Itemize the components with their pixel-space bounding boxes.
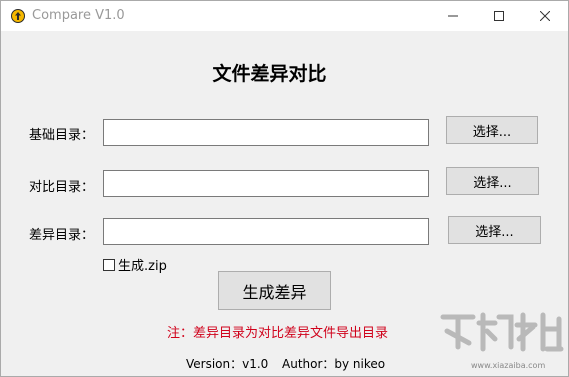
author-text: Author：by nikeo bbox=[282, 357, 386, 371]
close-button[interactable] bbox=[522, 1, 568, 31]
version-text: Version：v1.0 bbox=[186, 357, 269, 371]
title-bar[interactable]: Compare V1.0 bbox=[1, 1, 568, 31]
minimize-button[interactable] bbox=[430, 1, 476, 31]
diff-dir-browse-button[interactable]: 选择... bbox=[448, 216, 541, 244]
generate-diff-button[interactable]: 生成差异 bbox=[218, 271, 331, 310]
app-icon bbox=[11, 9, 25, 23]
zip-checkbox[interactable] bbox=[103, 258, 115, 271]
base-dir-input[interactable] bbox=[103, 119, 429, 146]
maximize-icon bbox=[494, 11, 504, 21]
watermark-url: www.xiazaiba.com bbox=[471, 361, 546, 370]
base-dir-label: 基础目录： bbox=[29, 128, 95, 143]
page-heading: 文件差异对比 bbox=[212, 63, 327, 85]
app-window: Compare V1.0 文件差异对比 基础目录： 选择... 对比目录： 选择… bbox=[0, 0, 569, 377]
diff-dir-input[interactable] bbox=[103, 218, 429, 245]
base-dir-browse-button[interactable]: 选择... bbox=[446, 116, 538, 144]
minimize-icon bbox=[448, 15, 458, 17]
window-title: Compare V1.0 bbox=[32, 8, 125, 23]
diff-dir-label: 差异目录： bbox=[29, 228, 95, 243]
compare-dir-input[interactable] bbox=[103, 170, 429, 197]
zip-checkbox-label: 生成.zip bbox=[118, 259, 167, 274]
close-icon bbox=[540, 11, 550, 21]
compare-dir-browse-button[interactable]: 选择... bbox=[446, 167, 539, 195]
compare-dir-label: 对比目录： bbox=[29, 180, 95, 195]
zip-checkbox-option[interactable]: 生成.zip bbox=[103, 255, 167, 274]
maximize-button[interactable] bbox=[476, 1, 522, 31]
